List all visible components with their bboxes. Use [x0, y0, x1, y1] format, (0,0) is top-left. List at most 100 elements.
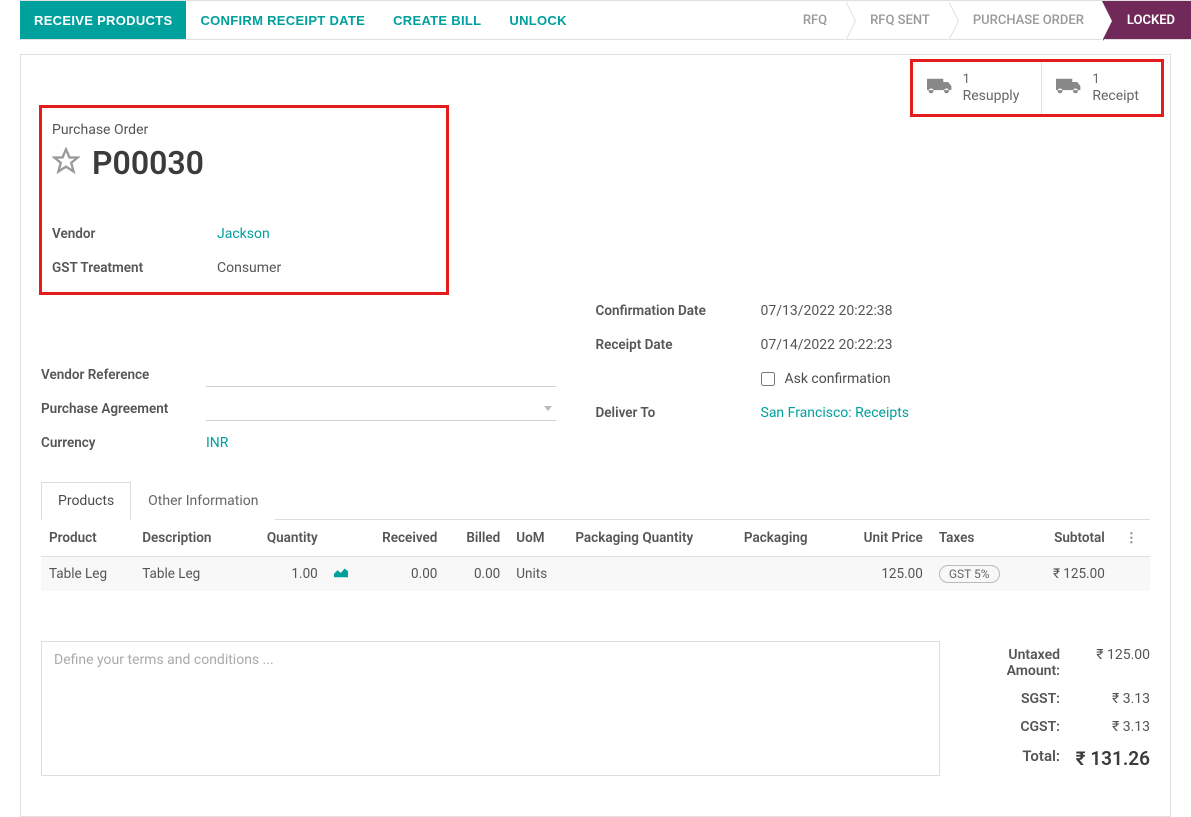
create-bill-button[interactable]: CREATE BILL — [379, 1, 495, 39]
th-unit-price[interactable]: Unit Price — [836, 520, 931, 557]
th-kebab[interactable]: ⋮ — [1113, 520, 1150, 557]
truck-icon — [1056, 76, 1082, 100]
cell-forecast[interactable] — [326, 557, 356, 592]
tab-other-information[interactable]: Other Information — [131, 482, 275, 520]
ask-confirmation-row: Ask confirmation — [596, 363, 1151, 395]
totals: Untaxed Amount: ₹ 125.00 SGST: ₹ 3.13 CG… — [940, 641, 1150, 776]
untaxed-row: Untaxed Amount: ₹ 125.00 — [952, 641, 1150, 685]
ask-confirmation-label: Ask confirmation — [785, 371, 891, 387]
table-row[interactable]: Table Leg Table Leg 1.00 0.00 0.00 Units… — [41, 557, 1150, 592]
cell-received: 0.00 — [356, 557, 446, 592]
cell-description: Table Leg — [134, 557, 241, 592]
deliver-to-row: Deliver To San Francisco: Receipts — [596, 397, 1151, 429]
table-header-row: Product Description Quantity Received Bi… — [41, 520, 1150, 557]
currency-value[interactable]: INR — [206, 435, 228, 451]
cell-subtotal: ₹ 125.00 — [1027, 557, 1112, 592]
th-packaging[interactable]: Packaging — [736, 520, 836, 557]
th-taxes[interactable]: Taxes — [931, 520, 1028, 557]
ask-confirmation-field: Ask confirmation — [761, 371, 891, 387]
currency-label: Currency — [41, 435, 206, 451]
order-lines-table: Product Description Quantity Received Bi… — [41, 520, 1150, 591]
bottom-row: Define your terms and conditions ... Unt… — [41, 641, 1150, 776]
receipt-stat-text: 1 Receipt — [1092, 72, 1139, 104]
th-product[interactable]: Product — [41, 520, 134, 557]
currency-row: Currency INR — [41, 427, 596, 459]
th-quantity[interactable]: Quantity — [242, 520, 326, 557]
receipt-count: 1 — [1092, 72, 1139, 88]
document-title-row: P00030 — [52, 144, 436, 182]
status-bar: RFQ RFQ SENT PURCHASE ORDER LOCKED — [778, 1, 1191, 39]
status-purchase-order[interactable]: PURCHASE ORDER — [948, 1, 1102, 39]
confirmation-date-label: Confirmation Date — [596, 303, 761, 319]
unlock-button[interactable]: UNLOCK — [495, 1, 580, 39]
star-icon[interactable] — [52, 147, 80, 179]
stat-buttons-box: 1 Resupply 1 Receipt — [910, 59, 1164, 117]
th-subtotal[interactable]: Subtotal — [1027, 520, 1112, 557]
terms-textarea[interactable]: Define your terms and conditions ... — [41, 641, 940, 776]
th-packaging-qty[interactable]: Packaging Quantity — [567, 520, 736, 557]
vendor-ref-row: Vendor Reference — [41, 359, 596, 391]
th-forecast — [326, 520, 356, 557]
truck-icon — [927, 76, 953, 100]
receipt-date-label: Receipt Date — [596, 337, 761, 353]
form-sheet: 1 Resupply 1 Receipt Purchase Order P000… — [20, 54, 1171, 817]
gst-row: GST Treatment Consumer — [52, 252, 436, 284]
th-description[interactable]: Description — [134, 520, 241, 557]
cell-quantity: 1.00 — [242, 557, 326, 592]
cell-product: Table Leg — [41, 557, 134, 592]
ask-confirmation-checkbox[interactable] — [761, 372, 775, 386]
tax-pill: GST 5% — [939, 565, 1000, 583]
cell-unit-price: 125.00 — [836, 557, 931, 592]
resupply-stat-button[interactable]: 1 Resupply — [913, 62, 1042, 114]
tab-products[interactable]: Products — [41, 482, 131, 520]
grand-total-row: Total: ₹ 131.26 — [952, 741, 1150, 776]
action-toolbar: RECEIVE PRODUCTS CONFIRM RECEIPT DATE CR… — [20, 0, 1191, 40]
vendor-row: Vendor Jackson — [52, 218, 436, 250]
gst-label: GST Treatment — [52, 260, 217, 276]
total-value: ₹ 131.26 — [1060, 747, 1150, 770]
document-type-label: Purchase Order — [52, 122, 436, 138]
form-col-left: Vendor Reference Purchase Agreement Curr… — [41, 295, 596, 461]
cgst-row: CGST: ₹ 3.13 — [952, 713, 1150, 741]
receipt-stat-button[interactable]: 1 Receipt — [1041, 62, 1161, 114]
cell-billed: 0.00 — [445, 557, 508, 592]
status-locked[interactable]: LOCKED — [1102, 1, 1191, 39]
vendor-ref-input[interactable] — [206, 363, 556, 387]
sgst-row: SGST: ₹ 3.13 — [952, 685, 1150, 713]
status-rfq-sent[interactable]: RFQ SENT — [845, 1, 948, 39]
area-chart-icon — [334, 566, 348, 582]
order-lines-table-wrap: Product Description Quantity Received Bi… — [41, 520, 1150, 591]
vendor-label: Vendor — [52, 226, 217, 242]
resupply-stat-text: 1 Resupply — [963, 72, 1020, 104]
total-label: Total: — [952, 747, 1060, 770]
tab-bar: Products Other Information — [41, 481, 1150, 520]
vendor-ref-label: Vendor Reference — [41, 367, 206, 383]
cell-packaging — [736, 557, 836, 592]
confirm-receipt-date-button[interactable]: CONFIRM RECEIPT DATE — [186, 1, 379, 39]
cell-kebab — [1113, 557, 1150, 592]
header-highlight-box: Purchase Order P00030 Vendor Jackson GST… — [39, 105, 449, 295]
gst-value: Consumer — [217, 260, 281, 276]
resupply-label: Resupply — [963, 88, 1020, 105]
purchase-agreement-row: Purchase Agreement — [41, 393, 596, 425]
receipt-label: Receipt — [1092, 88, 1139, 105]
receive-products-button[interactable]: RECEIVE PRODUCTS — [20, 1, 186, 39]
purchase-agreement-label: Purchase Agreement — [41, 401, 206, 417]
cgst-value: ₹ 3.13 — [1060, 719, 1150, 735]
resupply-count: 1 — [963, 72, 1020, 88]
confirmation-date-row: Confirmation Date 07/13/2022 20:22:38 — [596, 295, 1151, 327]
vendor-value[interactable]: Jackson — [217, 226, 270, 242]
receipt-date-row: Receipt Date 07/14/2022 20:22:23 — [596, 329, 1151, 361]
toolbar-left: RECEIVE PRODUCTS CONFIRM RECEIPT DATE CR… — [20, 1, 581, 39]
status-rfq[interactable]: RFQ — [778, 1, 845, 39]
sgst-value: ₹ 3.13 — [1060, 691, 1150, 707]
th-uom[interactable]: UoM — [508, 520, 567, 557]
purchase-agreement-input[interactable] — [206, 397, 556, 421]
deliver-to-label: Deliver To — [596, 405, 761, 421]
receipt-date-value: 07/14/2022 20:22:23 — [761, 337, 893, 353]
th-received[interactable]: Received — [356, 520, 446, 557]
deliver-to-value[interactable]: San Francisco: Receipts — [761, 405, 910, 421]
th-billed[interactable]: Billed — [445, 520, 508, 557]
form-fields: Vendor Reference Purchase Agreement Curr… — [21, 295, 1170, 481]
form-col-right: Confirmation Date 07/13/2022 20:22:38 Re… — [596, 295, 1151, 461]
